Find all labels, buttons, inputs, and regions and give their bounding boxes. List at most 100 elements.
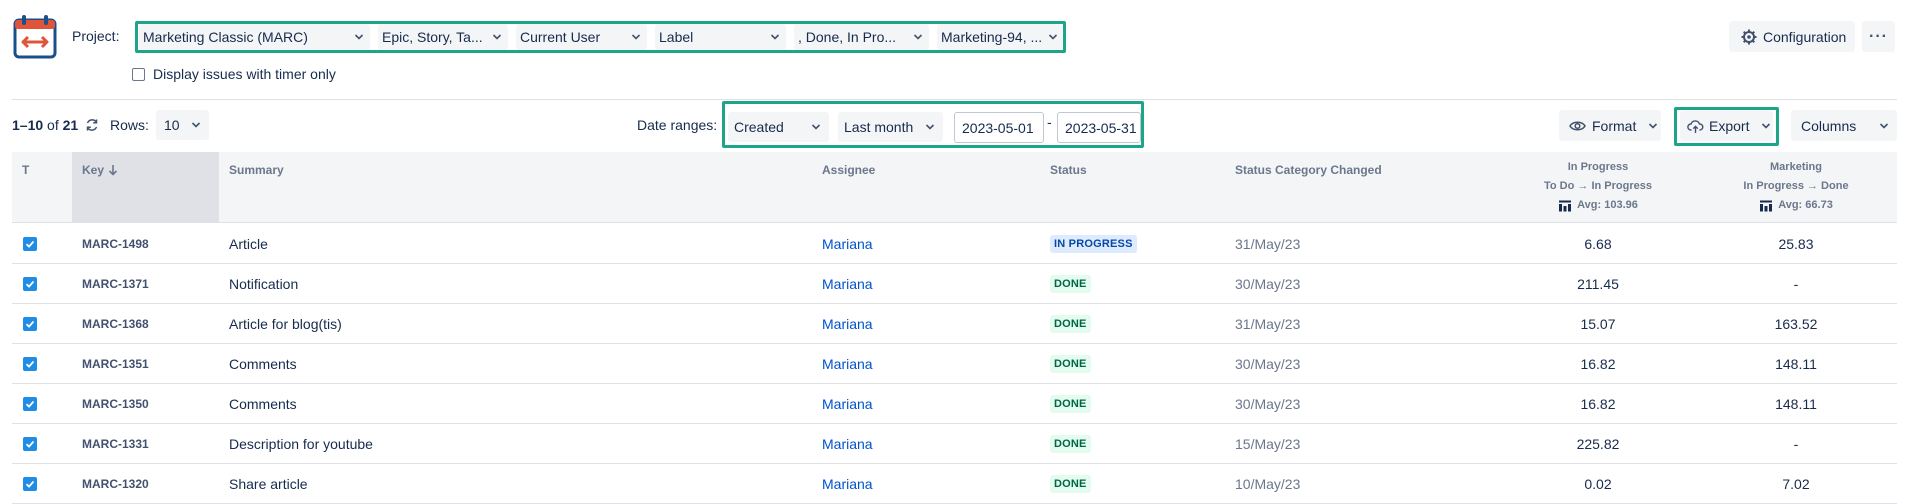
issue-type-select[interactable]: Epic, Story, Ta... (378, 24, 508, 50)
issue-assignee[interactable]: Mariana (822, 464, 873, 504)
col-header-status[interactable]: Status (1050, 163, 1087, 177)
issue-summary[interactable]: Description for youtube (229, 424, 373, 464)
status-select-value: , Done, In Pro... (798, 29, 897, 45)
col-header-summary[interactable]: Summary (229, 163, 284, 177)
issue-assignee[interactable]: Mariana (822, 424, 873, 464)
table-row[interactable]: MARC-1350 Comments Mariana DONE 30/May/2… (12, 384, 1897, 424)
in-progress-time: 0.02 (1584, 476, 1612, 492)
app-logo-icon (13, 15, 57, 59)
table-row[interactable]: MARC-1331 Description for youtube Marian… (12, 424, 1897, 464)
format-button[interactable]: Format (1559, 110, 1661, 141)
user-select[interactable]: Current User (516, 24, 647, 50)
sprint-select-value: Marketing-94, ... (941, 29, 1043, 45)
issue-status-cell: DONE (1050, 344, 1091, 384)
more-options-button[interactable]: ··· (1862, 21, 1895, 52)
col-header-in-progress-title: In Progress (1567, 161, 1629, 173)
refresh-icon[interactable] (84, 117, 100, 133)
in-progress-time: 16.82 (1580, 396, 1616, 412)
date-from-input[interactable]: 2023-05-01 (954, 112, 1044, 143)
date-to-input[interactable]: 2023-05-31 (1057, 112, 1141, 143)
date-field-value: Created (734, 119, 784, 135)
issue-status-cell: DONE (1050, 464, 1091, 504)
issue-assignee[interactable]: Mariana (822, 264, 873, 304)
date-period-select[interactable]: Last month (838, 112, 943, 142)
issue-summary[interactable]: Article (229, 224, 268, 264)
date-field-select[interactable]: Created (728, 112, 829, 142)
issue-assignee[interactable]: Mariana (822, 384, 873, 424)
chevron-down-icon (1649, 122, 1658, 129)
chevron-down-icon (770, 34, 780, 40)
row-checkbox-cell (23, 424, 37, 464)
issue-summary[interactable]: Comments (229, 344, 297, 384)
row-checkbox[interactable] (23, 357, 37, 371)
marketing-time: 148.11 (1775, 356, 1817, 372)
table-row[interactable]: MARC-1498 Article Mariana IN PROGRESS 31… (12, 224, 1897, 264)
marketing-time: - (1793, 276, 1799, 292)
chevron-down-icon (631, 34, 641, 40)
col-header-marketing[interactable]: Marketing In Progress → Done Avg: 66.73 (1696, 158, 1896, 215)
table-row[interactable]: MARC-1351 Comments Mariana DONE 30/May/2… (12, 344, 1897, 384)
issue-key[interactable]: MARC-1368 (82, 304, 149, 344)
col-header-key[interactable]: Key (82, 163, 118, 177)
table-row[interactable]: MARC-1371 Notification Mariana DONE 30/M… (12, 264, 1897, 304)
timer-only-option[interactable]: Display issues with timer only (132, 66, 336, 82)
issue-assignee[interactable]: Mariana (822, 224, 873, 264)
status-select[interactable]: , Done, In Pro... (794, 24, 929, 50)
filter-group: Marketing Classic (MARC) Epic, Story, Ta… (135, 21, 1066, 53)
col-header-marketing-avg-value: Avg: 66.73 (1778, 199, 1833, 211)
chevron-down-icon (811, 124, 821, 130)
row-checkbox[interactable] (23, 317, 37, 331)
col-header-status-changed[interactable]: Status Category Changed (1235, 163, 1382, 177)
col-header-assignee[interactable]: Assignee (822, 163, 875, 177)
marketing-time: 148.11 (1775, 396, 1817, 412)
issue-summary[interactable]: Notification (229, 264, 298, 304)
table-row[interactable]: MARC-1368 Article for blog(tis) Mariana … (12, 304, 1897, 344)
sprint-select[interactable]: Marketing-94, ... (937, 24, 1062, 50)
row-checkbox[interactable] (23, 397, 37, 411)
table-row[interactable]: MARC-1320 Share article Mariana DONE 10/… (12, 464, 1897, 504)
marketing-time: 25.83 (1778, 236, 1814, 252)
date-period-value: Last month (844, 119, 914, 135)
issue-status-cell: DONE (1050, 384, 1091, 424)
export-button[interactable]: Export (1680, 111, 1773, 141)
in-progress-time: 211.45 (1577, 276, 1619, 292)
row-checkbox[interactable] (23, 237, 37, 251)
checkmark-icon (25, 360, 35, 368)
status-changed-date: 30/May/23 (1235, 356, 1301, 372)
row-checkbox[interactable] (23, 437, 37, 451)
status-changed-date: 31/May/23 (1235, 236, 1301, 252)
project-select[interactable]: Marketing Classic (MARC) (139, 24, 370, 50)
export-label: Export (1709, 118, 1750, 134)
date-ranges-label: Date ranges: (637, 117, 718, 133)
status-changed-date: 31/May/23 (1235, 316, 1301, 332)
row-checkbox-cell (23, 264, 37, 304)
checkmark-icon (25, 280, 35, 288)
issue-key[interactable]: MARC-1331 (82, 424, 149, 464)
bar-chart-icon (1760, 200, 1773, 211)
issue-summary[interactable]: Article for blog(tis) (229, 304, 342, 344)
rows-per-page-select[interactable]: 10 (156, 110, 209, 140)
configuration-button[interactable]: Configuration (1729, 21, 1855, 52)
issue-key[interactable]: MARC-1371 (82, 264, 149, 304)
label-select[interactable]: Label (655, 24, 786, 50)
status-changed-date: 15/May/23 (1235, 436, 1301, 452)
row-checkbox[interactable] (23, 277, 37, 291)
col-header-in-progress-avg-value: Avg: 103.96 (1577, 199, 1638, 211)
issue-summary[interactable]: Comments (229, 384, 297, 424)
issue-key[interactable]: MARC-1498 (82, 224, 149, 264)
timer-only-checkbox[interactable] (132, 67, 145, 81)
issue-summary[interactable]: Share article (229, 464, 308, 504)
row-checkbox-cell (23, 344, 37, 384)
issue-assignee[interactable]: Mariana (822, 304, 873, 344)
issue-key[interactable]: MARC-1351 (82, 344, 149, 384)
columns-button[interactable]: Columns (1791, 110, 1897, 141)
issue-key[interactable]: MARC-1320 (82, 464, 149, 504)
row-checkbox[interactable] (23, 477, 37, 491)
issue-assignee[interactable]: Mariana (822, 344, 873, 384)
issue-key[interactable]: MARC-1350 (82, 384, 149, 424)
col-header-type[interactable]: T (22, 163, 29, 177)
col-header-in-progress[interactable]: In Progress To Do → In Progress Avg: 103… (1498, 158, 1698, 215)
row-checkbox-cell (23, 304, 37, 344)
chevron-down-icon (925, 124, 935, 130)
issue-status-cell: DONE (1050, 264, 1091, 304)
